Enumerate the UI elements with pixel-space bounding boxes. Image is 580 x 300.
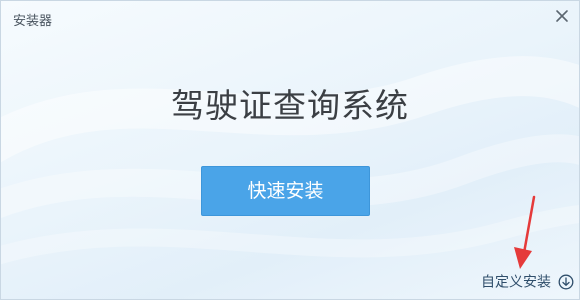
- close-button[interactable]: [551, 5, 573, 27]
- background-swirl: [1, 56, 579, 265]
- chevron-circle-down-icon: [558, 274, 574, 289]
- custom-install-link[interactable]: 自定义安装: [481, 271, 574, 291]
- installer-window: 安装器 驾驶证查询系统 快速安装 自定义安装: [0, 0, 580, 300]
- close-icon: [556, 10, 568, 22]
- custom-install-label: 自定义安装: [481, 274, 551, 291]
- title-bar: 安装器: [1, 1, 579, 35]
- window-title: 安装器: [13, 14, 53, 29]
- quick-install-button[interactable]: 快速安装: [201, 166, 370, 216]
- app-title: 驾驶证查询系统: [171, 86, 409, 125]
